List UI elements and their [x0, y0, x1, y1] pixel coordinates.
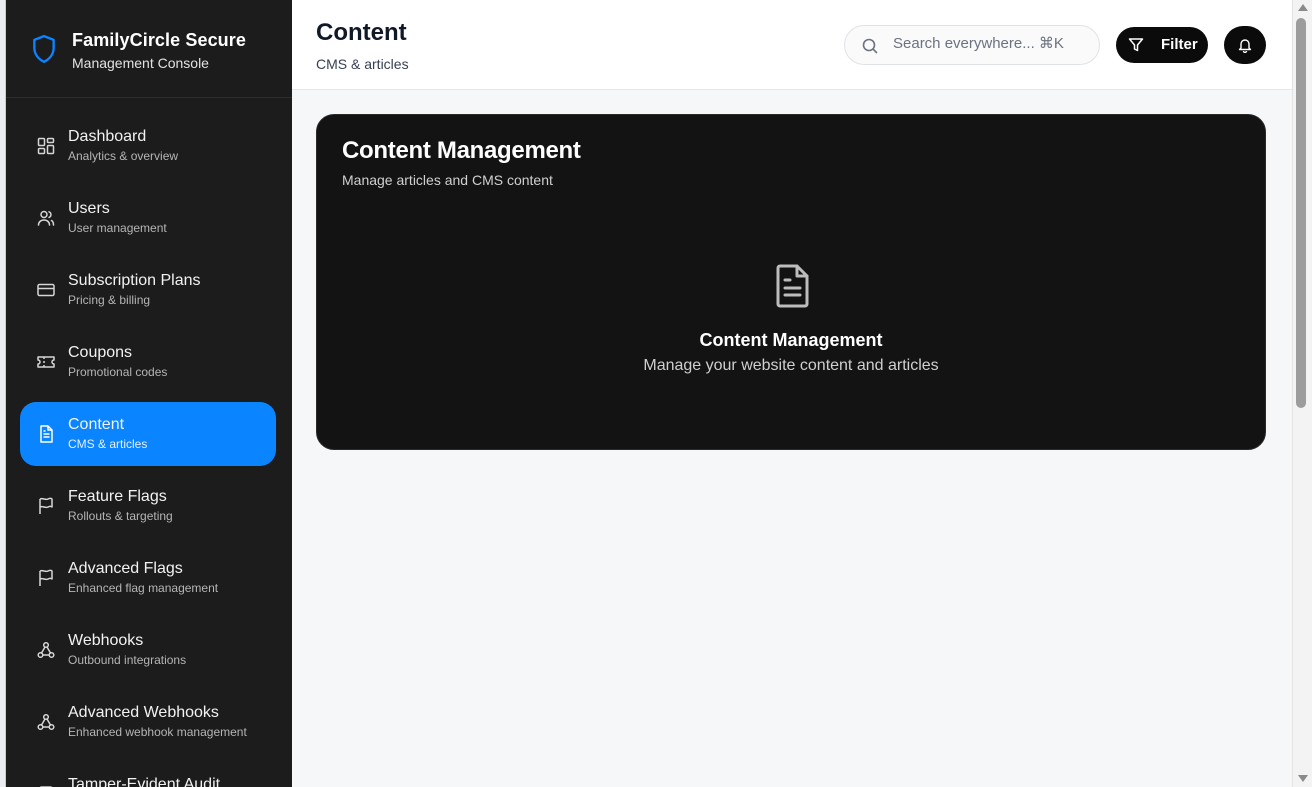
sidebar-item-desc: Promotional codes [68, 365, 168, 379]
sidebar-item-desc: Enhanced flag management [68, 581, 219, 595]
sidebar-item-label: Advanced Flags [68, 560, 183, 577]
empty-state-title: Content Management [699, 330, 883, 350]
grid-icon [36, 136, 56, 156]
file-text-icon [776, 264, 809, 308]
webhook-icon [36, 640, 56, 660]
filter-icon [1128, 38, 1144, 52]
sidebar-item-feature-flags[interactable]: Feature Flags Rollouts & targeting [20, 474, 276, 538]
notifications-button[interactable] [1224, 26, 1266, 64]
flag-icon [36, 568, 56, 588]
scroll-down-arrow-icon[interactable] [1298, 775, 1308, 782]
sidebar-item-dashboard[interactable]: Dashboard Analytics & overview [20, 114, 276, 178]
sidebar-item-label: Content [68, 416, 125, 433]
file-text-icon [36, 424, 56, 444]
flag-icon [36, 496, 56, 516]
sidebar-item-tamper-evident-audit[interactable]: Tamper-Evident Audit [20, 762, 276, 787]
card-title: Content Management [342, 137, 581, 164]
sidebar-item-desc: User management [68, 221, 167, 235]
search-icon [862, 38, 878, 54]
page-header: Content CMS & articles Filter [292, 0, 1292, 90]
sidebar-item-label: Feature Flags [68, 488, 167, 505]
empty-state-subtitle: Manage your website content and articles [643, 357, 939, 374]
ticket-icon [36, 352, 56, 372]
sidebar-item-desc: Enhanced webhook management [68, 725, 247, 739]
sidebar-item-label: Coupons [68, 344, 133, 361]
users-icon [36, 208, 56, 228]
brand: FamilyCircle Secure Management Console [6, 0, 292, 98]
brand-title: FamilyCircle Secure [72, 30, 246, 50]
filter-button[interactable]: Filter [1116, 27, 1208, 63]
sidebar-item-label: Subscription Plans [68, 272, 201, 289]
sidebar-nav: Dashboard Analytics & overview Users Use… [6, 98, 292, 787]
sidebar: FamilyCircle Secure Management Console D… [6, 0, 292, 787]
sidebar-item-advanced-flags[interactable]: Advanced Flags Enhanced flag management [20, 546, 276, 610]
sidebar-item-desc: Outbound integrations [68, 653, 187, 667]
card-subtitle: Manage articles and CMS content [342, 172, 553, 188]
search-box[interactable] [844, 25, 1100, 65]
sidebar-item-label: Advanced Webhooks [68, 704, 219, 721]
credit-card-icon [36, 280, 56, 300]
scroll-up-arrow-icon[interactable] [1298, 4, 1308, 11]
sidebar-item-desc: CMS & articles [68, 437, 148, 451]
sidebar-item-desc: Pricing & billing [68, 293, 151, 307]
sidebar-item-label: Tamper-Evident Audit [68, 776, 221, 787]
sidebar-item-label: Webhooks [68, 632, 144, 649]
sidebar-item-content[interactable]: Content CMS & articles [20, 402, 276, 466]
sidebar-item-desc: Rollouts & targeting [68, 509, 173, 523]
sidebar-item-label: Dashboard [68, 128, 147, 145]
bell-icon [1238, 39, 1252, 53]
sidebar-item-coupons[interactable]: Coupons Promotional codes [20, 330, 276, 394]
shield-icon [33, 34, 55, 64]
content-management-card: Content Management Manage articles and C… [316, 114, 1266, 450]
scrollbar-thumb[interactable] [1296, 18, 1306, 408]
sidebar-item-advanced-webhooks[interactable]: Advanced Webhooks Enhanced webhook manag… [20, 690, 276, 754]
search-input[interactable] [893, 35, 1073, 52]
page-title: Content [316, 19, 407, 46]
page-scrollbar[interactable] [1292, 0, 1312, 787]
brand-subtitle: Management Console [72, 55, 209, 71]
sidebar-item-webhooks[interactable]: Webhooks Outbound integrations [20, 618, 276, 682]
sidebar-item-label: Users [68, 200, 110, 217]
sidebar-item-subscription-plans[interactable]: Subscription Plans Pricing & billing [20, 258, 276, 322]
page-subtitle: CMS & articles [316, 56, 409, 72]
sidebar-item-users[interactable]: Users User management [20, 186, 276, 250]
webhook-icon [36, 712, 56, 732]
sidebar-item-desc: Analytics & overview [68, 149, 179, 163]
filter-button-label: Filter [1161, 36, 1198, 53]
